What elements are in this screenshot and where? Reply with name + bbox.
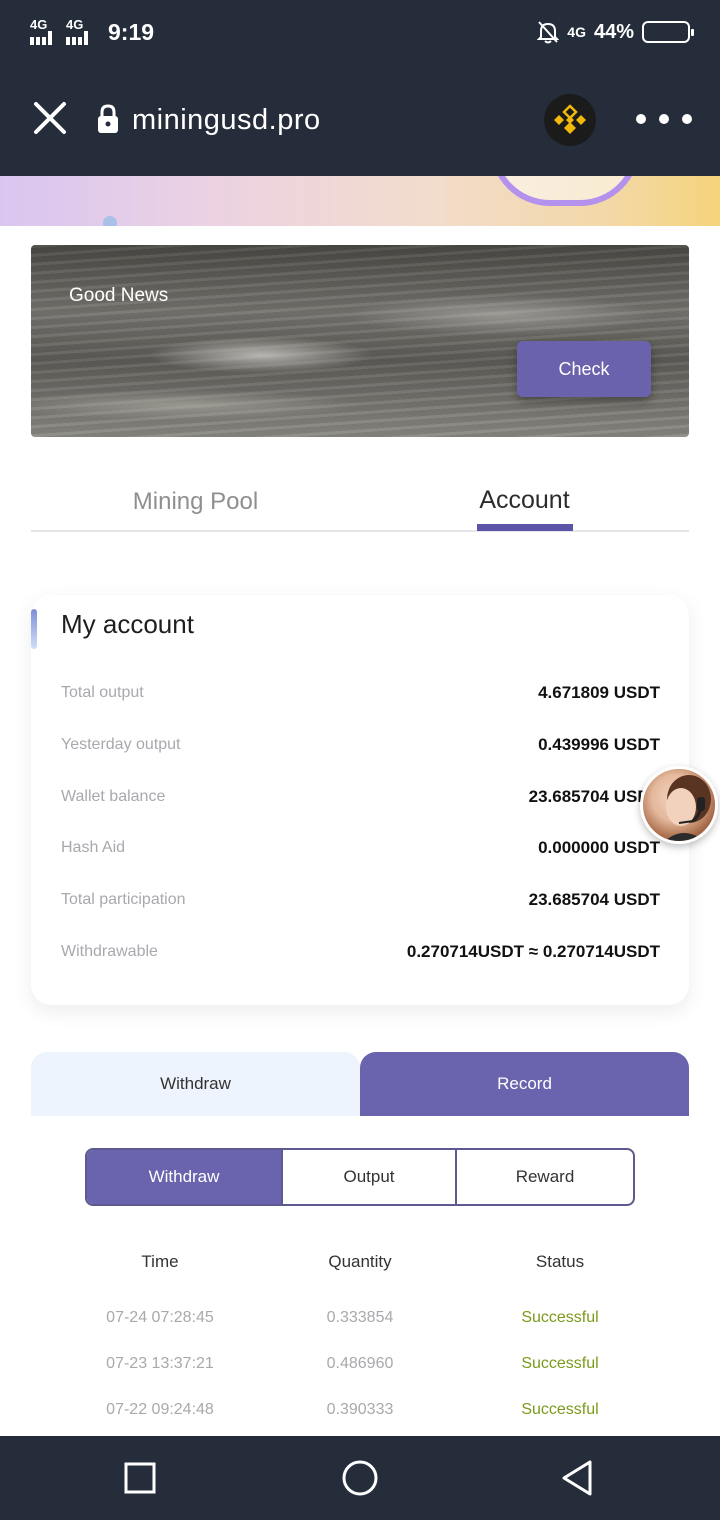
customer-support-avatar[interactable] xyxy=(640,766,718,844)
cell-status: Successful xyxy=(521,1401,599,1418)
back-triangle-icon[interactable] xyxy=(558,1458,598,1498)
col-status: Status xyxy=(535,1252,585,1271)
main-tabs: Mining Pool Account xyxy=(31,470,689,532)
subtab-output[interactable]: Output xyxy=(281,1150,455,1204)
banner-title: Good News xyxy=(69,285,169,306)
account-row: Yesterday output 0.439996 USDT xyxy=(61,730,660,760)
row-value: 23.685704 USDT xyxy=(528,890,660,909)
cell-quantity: 0.333854 xyxy=(326,1309,394,1326)
cell-status: Successful xyxy=(521,1355,599,1372)
signal-icon: 4G xyxy=(30,17,58,45)
col-quantity: Quantity xyxy=(328,1252,392,1271)
active-tab-indicator xyxy=(477,524,573,531)
record-subtabs: Withdraw Output Reward xyxy=(85,1148,635,1206)
recents-square-icon[interactable] xyxy=(120,1458,160,1498)
browser-header: 4G 4G 9:19 4G 44% miningusd.pro xyxy=(0,0,720,176)
card-title: My account xyxy=(61,609,194,639)
status-bar: 4G 4G 9:19 4G 44% xyxy=(30,16,694,48)
table-row: 07-24 07:28:45 0.333854 Successful xyxy=(60,1309,660,1333)
signal-icon: 4G xyxy=(66,17,94,45)
url-text[interactable]: miningusd.pro xyxy=(132,104,321,137)
hero-strip xyxy=(0,176,720,226)
tab-withdraw[interactable]: Withdraw xyxy=(31,1052,360,1116)
table-row: 07-22 09:24:48 0.390333 Successful xyxy=(60,1401,660,1425)
battery-percent: 44% xyxy=(593,20,634,43)
table-row: 07-23 13:37:21 0.486960 Successful xyxy=(60,1355,660,1379)
binance-logo-icon[interactable] xyxy=(544,94,596,146)
more-dots-icon[interactable] xyxy=(636,112,692,126)
clock: 9:19 xyxy=(108,18,155,45)
tab-mining-pool[interactable]: Mining Pool xyxy=(31,470,360,530)
record-tabs: Withdraw Record xyxy=(31,1052,689,1116)
row-label: Total output xyxy=(61,684,144,701)
account-row: Hash Aid 0.000000 USDT xyxy=(61,833,660,863)
row-value: 0.270714USDT ≈ 0.270714USDT xyxy=(406,942,660,961)
lock-icon xyxy=(98,104,118,133)
cell-status: Successful xyxy=(521,1309,599,1326)
close-icon[interactable] xyxy=(32,100,68,136)
cell-quantity: 0.486960 xyxy=(326,1355,394,1372)
system-nav-bar xyxy=(0,1436,720,1520)
tab-record[interactable]: Record xyxy=(360,1052,689,1116)
account-row: Total participation 23.685704 USDT xyxy=(61,885,660,915)
row-label: Yesterday output xyxy=(61,736,181,753)
col-time: Time xyxy=(141,1252,179,1271)
cell-time: 07-23 13:37:21 xyxy=(106,1355,214,1372)
row-label: Total participation xyxy=(61,891,186,908)
row-label: Withdrawable xyxy=(61,943,158,960)
check-button[interactable]: Check xyxy=(517,341,651,397)
table-header: Time Quantity Status xyxy=(60,1252,660,1276)
mute-bell-icon xyxy=(537,21,560,44)
account-row: Wallet balance 23.685704 USDT xyxy=(61,782,660,812)
cell-time: 07-24 07:28:45 xyxy=(106,1309,214,1326)
row-value: 4.671809 USDT xyxy=(538,683,660,702)
title-accent xyxy=(31,609,37,649)
subtab-reward[interactable]: Reward xyxy=(455,1150,633,1204)
account-row: Withdrawable 0.270714USDT ≈ 0.270714USDT xyxy=(61,937,660,967)
subtab-withdraw[interactable]: Withdraw xyxy=(87,1150,281,1204)
battery-icon xyxy=(642,21,694,43)
cell-time: 07-22 09:24:48 xyxy=(106,1401,214,1418)
network-type: 4G xyxy=(567,24,586,40)
account-row: Total output 4.671809 USDT xyxy=(61,678,660,708)
news-banner: Good News Check xyxy=(31,245,689,437)
cell-quantity: 0.390333 xyxy=(326,1401,394,1418)
row-label: Hash Aid xyxy=(61,839,126,856)
account-card: My account Total output 4.671809 USDT Ye… xyxy=(31,595,689,1005)
row-value: 0.000000 USDT xyxy=(538,838,660,857)
home-circle-icon[interactable] xyxy=(340,1458,380,1498)
row-value: 0.439996 USDT xyxy=(538,735,660,754)
tab-account[interactable]: Account xyxy=(360,470,689,531)
row-label: Wallet balance xyxy=(61,788,166,805)
